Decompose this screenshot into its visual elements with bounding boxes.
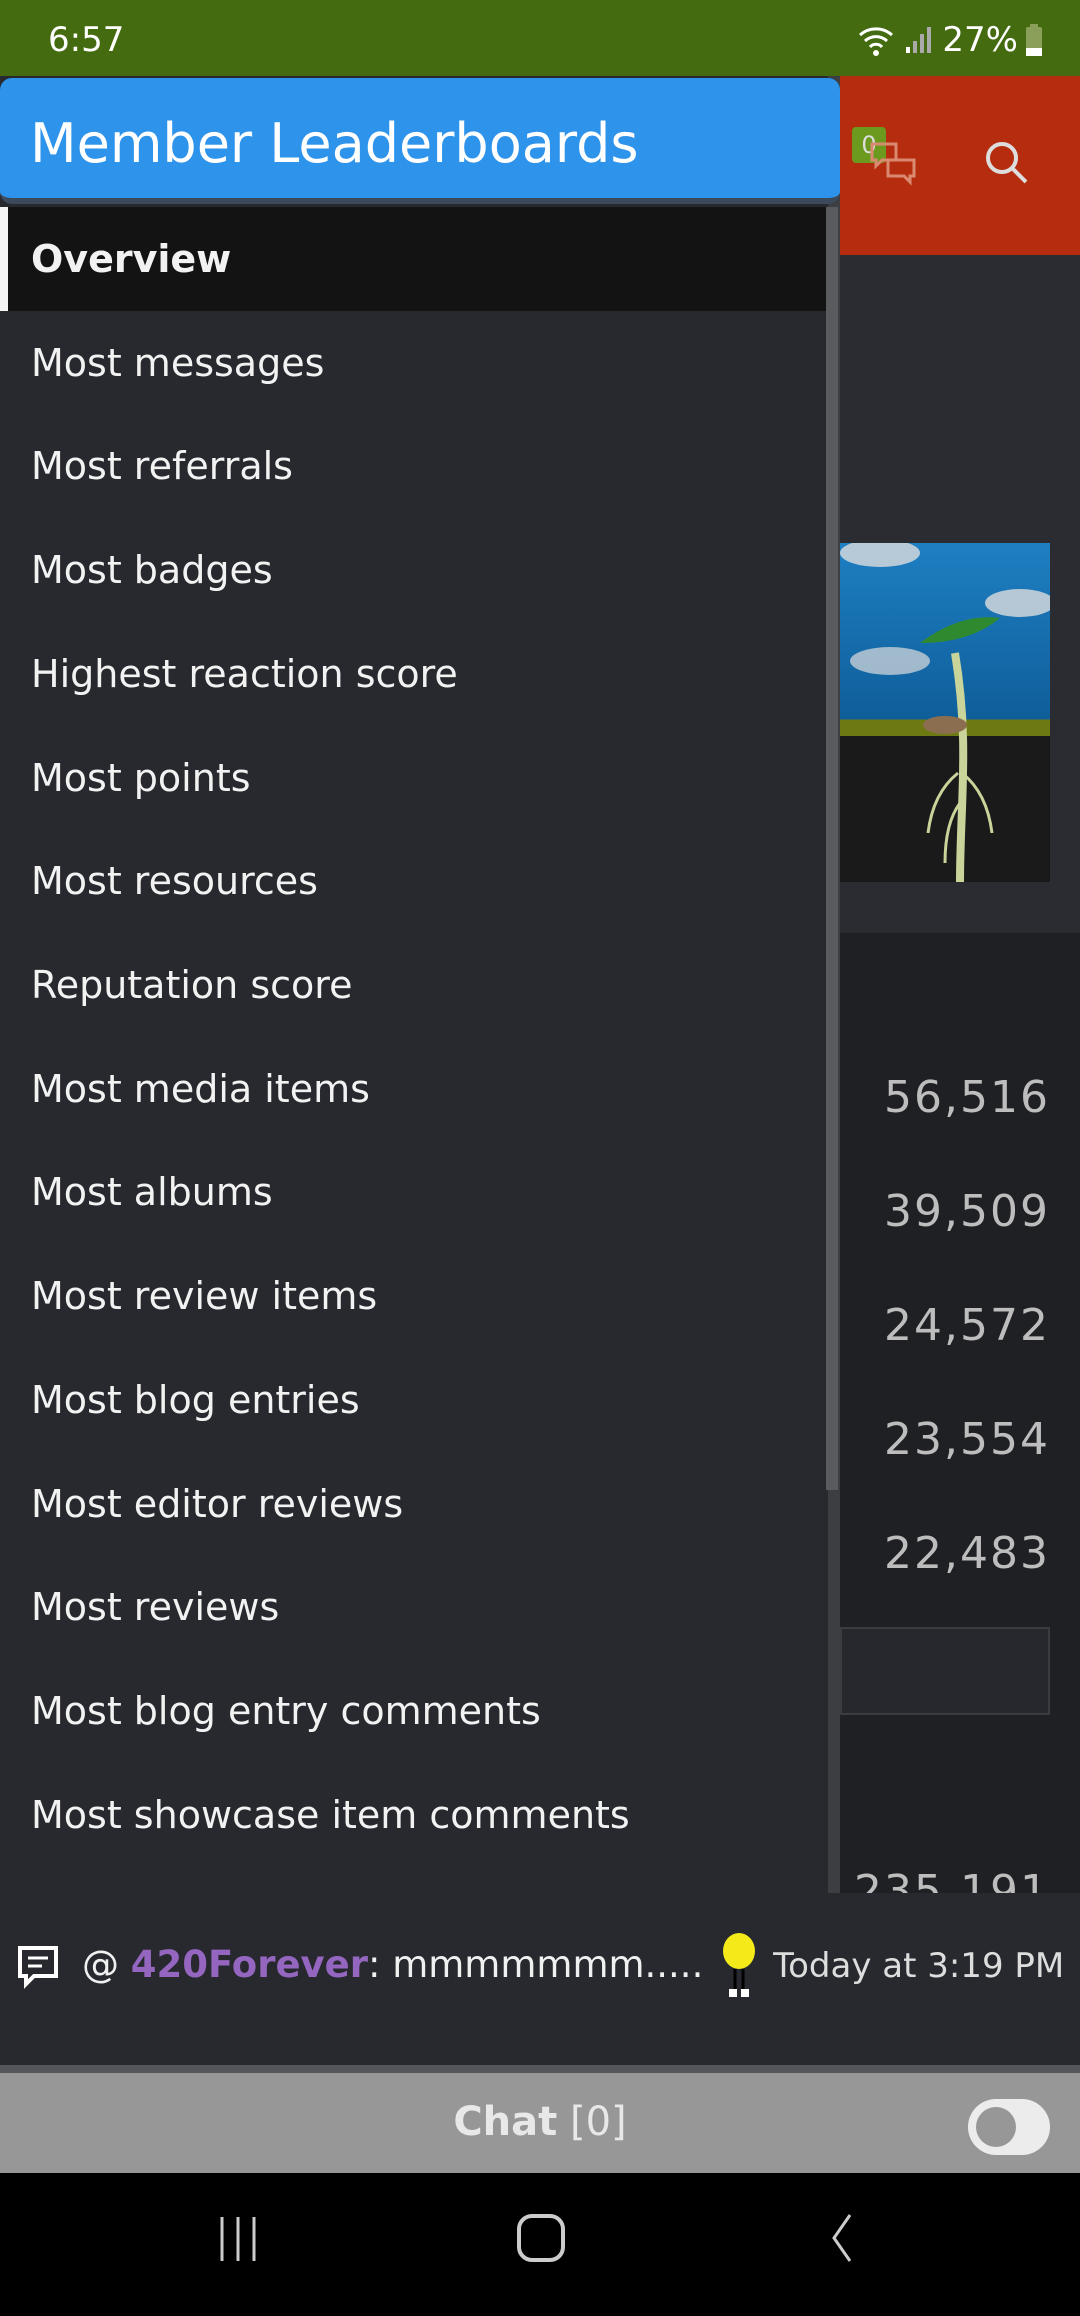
system-nav-bar: [0, 2173, 1080, 2316]
signal-icon: [906, 27, 932, 53]
chat-label: Chat: [453, 2099, 558, 2145]
drawer-item[interactable]: Most messages: [0, 311, 828, 415]
drawer-item[interactable]: Most blog entries: [0, 1348, 828, 1452]
drawer-item[interactable]: Most albums: [0, 1140, 828, 1244]
search-icon[interactable]: [982, 138, 1032, 188]
stat-value: 24,572: [884, 1300, 1050, 1351]
drawer-scrollbar[interactable]: [826, 207, 838, 1490]
stat-value: 23,554: [884, 1414, 1050, 1465]
chat-message-icon: [18, 1945, 58, 1989]
chat-text: : mmmmmmm.....: [368, 1943, 704, 1986]
drawer-item[interactable]: Most points: [0, 726, 828, 830]
wifi-icon: [859, 27, 894, 56]
back-icon[interactable]: [820, 2213, 870, 2263]
drawer-item[interactable]: Most referrals: [0, 414, 828, 518]
drawer-item[interactable]: Most editor reviews: [0, 1452, 828, 1556]
chat-bar[interactable]: Chat [0]: [0, 2073, 1080, 2173]
stat-value: 56,516: [884, 1072, 1050, 1123]
drawer-item[interactable]: Reputation score: [0, 933, 828, 1037]
stat-value: 22,483: [884, 1528, 1050, 1579]
drawer-item[interactable]: Most badges: [0, 518, 828, 622]
more-button[interactable]: [840, 1627, 1050, 1715]
drawer-item[interactable]: Most showcase item comments: [0, 1763, 828, 1867]
chat-toggle[interactable]: [968, 2099, 1050, 2155]
home-icon[interactable]: [516, 2213, 566, 2263]
drawer-item[interactable]: Most media items: [0, 1037, 828, 1141]
drawer-item[interactable]: Most resources: [0, 829, 828, 933]
chat-prefix: @: [82, 1943, 131, 1986]
smiley-emoji-icon: [723, 1932, 756, 1997]
chat-bubbles-icon[interactable]: [868, 140, 918, 186]
seedling-image: [840, 543, 1050, 882]
recent-apps-icon[interactable]: [214, 2213, 264, 2263]
drawer-item[interactable]: Overview: [0, 207, 828, 311]
battery-icon: [1026, 24, 1042, 56]
chat-date: Today at 3:19 PM: [773, 1946, 1065, 1986]
drawer-header: Member Leaderboards: [0, 78, 840, 204]
chat-count: [0]: [570, 2099, 627, 2145]
drawer-title: Member Leaderboards: [30, 112, 639, 175]
clock: 6:57: [48, 20, 125, 60]
status-bar: 6:57 27%: [0, 0, 1080, 76]
drawer-item[interactable]: Most reviews: [0, 1555, 828, 1659]
drawer-item[interactable]: Most review items: [0, 1244, 828, 1348]
drawer-item[interactable]: Most blog entry comments: [0, 1659, 828, 1763]
chat-username[interactable]: 420Forever: [131, 1943, 368, 1986]
drawer-item[interactable]: Highest reaction score: [0, 622, 828, 726]
leaderboard-drawer: Member Leaderboards Overview Most message…: [0, 76, 840, 1893]
stat-value: 39,509: [884, 1186, 1050, 1237]
battery-level: 27%: [942, 20, 1018, 60]
chat-notice-bar[interactable]: @ 420Forever: mmmmmmm..... Today at 3:19…: [0, 1893, 1080, 2073]
